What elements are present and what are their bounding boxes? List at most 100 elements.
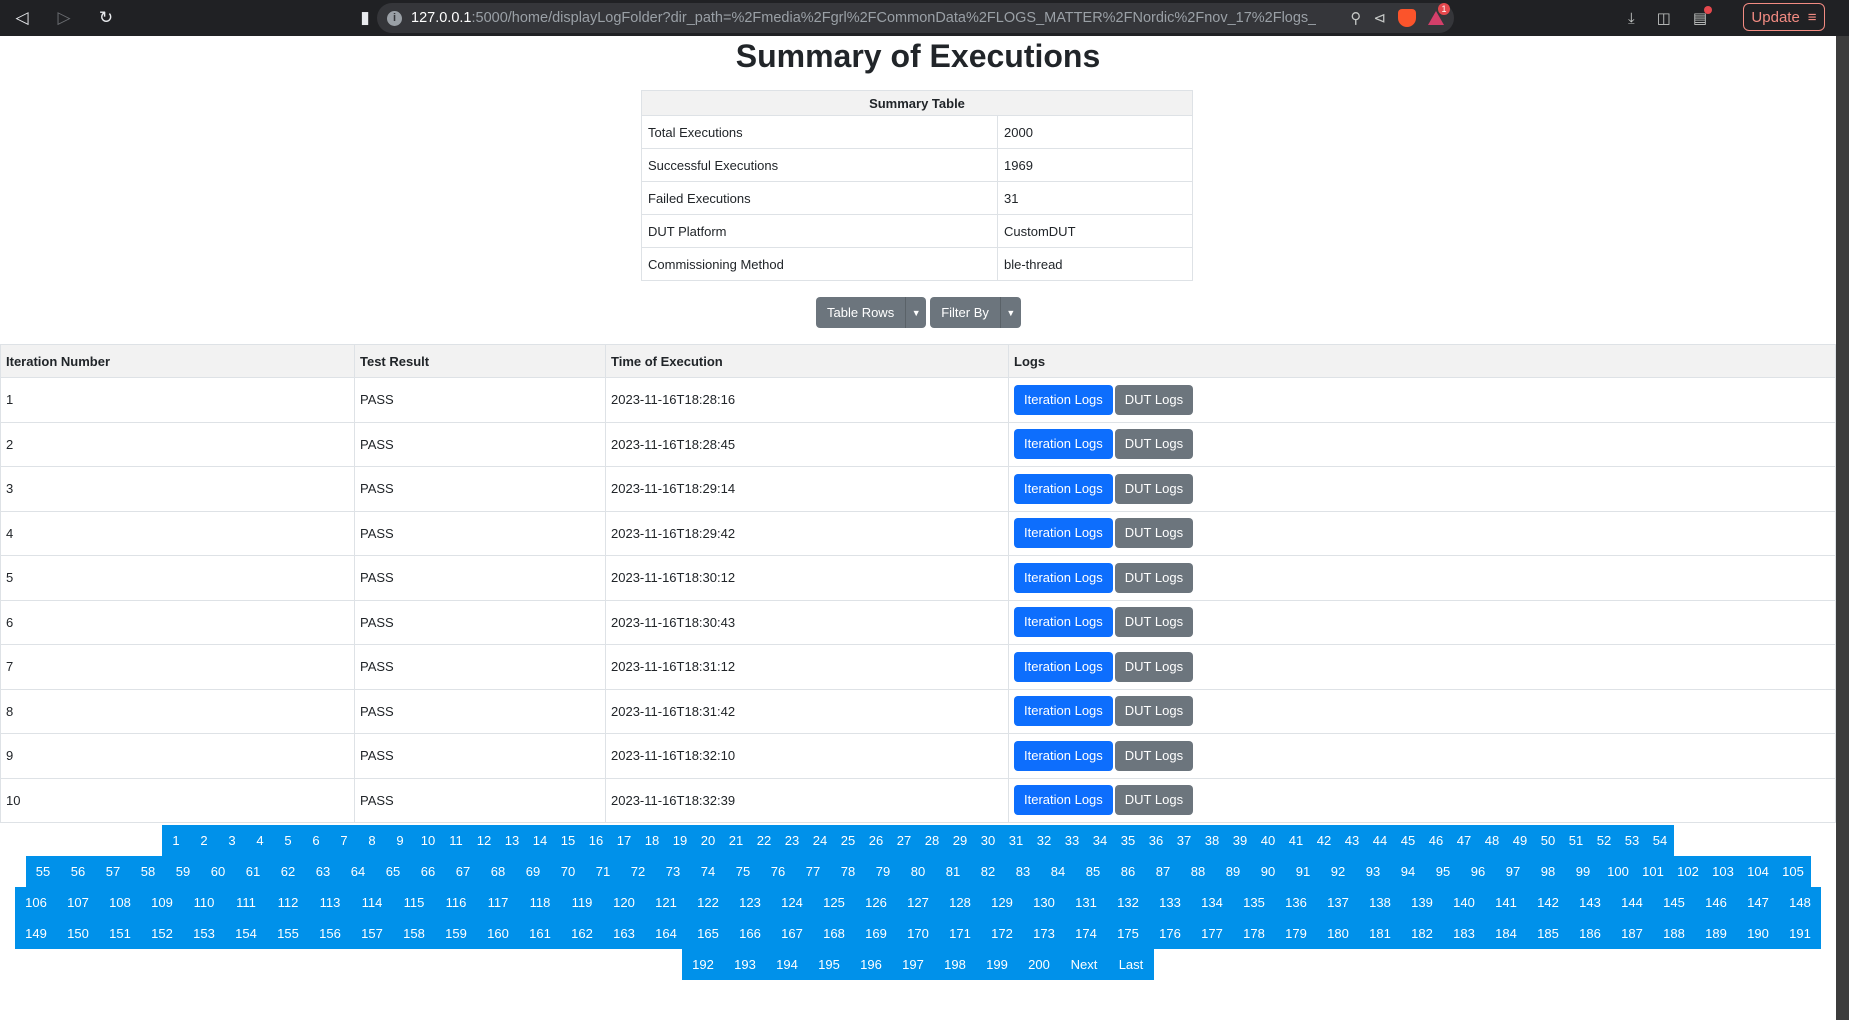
page-link[interactable]: 123 [729, 887, 771, 918]
dut-logs-button[interactable]: DUT Logs [1114, 696, 1194, 727]
page-link[interactable]: 72 [620, 856, 656, 887]
page-link[interactable]: 27 [890, 825, 918, 856]
url-text[interactable]: 127.0.0.1:5000/home/displayLogFolder?dir… [411, 10, 1316, 26]
page-link[interactable]: 37 [1170, 825, 1198, 856]
page-link[interactable]: 14 [526, 825, 554, 856]
page-link[interactable]: 182 [1401, 918, 1443, 949]
page-link[interactable]: 70 [550, 856, 586, 887]
wallet-icon[interactable]: ▤ [1693, 6, 1713, 27]
iteration-logs-button[interactable]: Iteration Logs [1014, 473, 1113, 504]
share-icon[interactable]: ⊲ [1373, 9, 1386, 27]
page-link[interactable]: 133 [1149, 887, 1191, 918]
page-link[interactable]: 4 [246, 825, 274, 856]
page-link[interactable]: 29 [946, 825, 974, 856]
page-link[interactable]: 66 [410, 856, 446, 887]
page-link[interactable]: 9 [386, 825, 414, 856]
page-link[interactable]: 139 [1401, 887, 1443, 918]
page-link[interactable]: 35 [1114, 825, 1142, 856]
sidebar-icon[interactable]: ◫ [1657, 9, 1671, 27]
page-link[interactable]: 170 [897, 918, 939, 949]
page-link[interactable]: 112 [267, 887, 309, 918]
page-link[interactable]: 179 [1275, 918, 1317, 949]
page-link[interactable]: 145 [1653, 887, 1695, 918]
iteration-logs-button[interactable]: Iteration Logs [1014, 740, 1113, 771]
page-link[interactable]: 38 [1198, 825, 1226, 856]
page-link[interactable]: 75 [725, 856, 761, 887]
page-link[interactable]: 79 [865, 856, 901, 887]
dut-logs-button[interactable]: DUT Logs [1114, 562, 1194, 593]
page-link[interactable]: 141 [1485, 887, 1527, 918]
page-link[interactable]: 77 [795, 856, 831, 887]
page-link[interactable]: 130 [1023, 887, 1065, 918]
page-link[interactable]: 120 [603, 887, 645, 918]
page-link[interactable]: 82 [970, 856, 1006, 887]
page-link[interactable]: 7 [330, 825, 358, 856]
page-link[interactable]: 2 [190, 825, 218, 856]
last-page-link[interactable]: Last [1108, 949, 1154, 980]
page-link[interactable]: 17 [610, 825, 638, 856]
page-link[interactable]: 161 [519, 918, 561, 949]
page-link[interactable]: 85 [1075, 856, 1111, 887]
filter-by-dropdown[interactable]: Filter By ▼ [930, 297, 1021, 328]
page-link[interactable]: 39 [1226, 825, 1254, 856]
page-link[interactable]: 91 [1285, 856, 1321, 887]
page-link[interactable]: 116 [435, 887, 477, 918]
page-link[interactable]: 152 [141, 918, 183, 949]
next-page-link[interactable]: Next [1060, 949, 1108, 980]
page-link[interactable]: 156 [309, 918, 351, 949]
page-link[interactable]: 78 [830, 856, 866, 887]
page-link[interactable]: 199 [976, 949, 1018, 980]
page-link[interactable]: 12 [470, 825, 498, 856]
page-link[interactable]: 143 [1569, 887, 1611, 918]
page-link[interactable]: 69 [515, 856, 551, 887]
address-bar[interactable]: i 127.0.0.1:5000/home/displayLogFolder?d… [377, 3, 1454, 33]
page-link[interactable]: 167 [771, 918, 813, 949]
page-link[interactable]: 192 [682, 949, 724, 980]
page-link[interactable]: 94 [1390, 856, 1426, 887]
page-link[interactable]: 104 [1740, 856, 1776, 887]
page-link[interactable]: 172 [981, 918, 1023, 949]
page-link[interactable]: 60 [200, 856, 236, 887]
page-link[interactable]: 166 [729, 918, 771, 949]
page-link[interactable]: 59 [165, 856, 201, 887]
dut-logs-button[interactable]: DUT Logs [1114, 740, 1194, 771]
page-link[interactable]: 73 [655, 856, 691, 887]
page-link[interactable]: 171 [939, 918, 981, 949]
page-link[interactable]: 148 [1779, 887, 1821, 918]
page-link[interactable]: 99 [1565, 856, 1601, 887]
page-link[interactable]: 90 [1250, 856, 1286, 887]
page-link[interactable]: 175 [1107, 918, 1149, 949]
dut-logs-button[interactable]: DUT Logs [1114, 429, 1194, 460]
page-link[interactable]: 124 [771, 887, 813, 918]
page-link[interactable]: 164 [645, 918, 687, 949]
page-link[interactable]: 198 [934, 949, 976, 980]
page-link[interactable]: 36 [1142, 825, 1170, 856]
download-icon[interactable]: ⤓ [1628, 10, 1635, 27]
page-link[interactable]: 19 [666, 825, 694, 856]
page-link[interactable]: 44 [1366, 825, 1394, 856]
page-link[interactable]: 144 [1611, 887, 1653, 918]
caret-down-icon[interactable]: ▼ [905, 297, 926, 328]
reload-icon[interactable]: ↻ [92, 4, 120, 32]
page-link[interactable]: 194 [766, 949, 808, 980]
dut-logs-button[interactable]: DUT Logs [1114, 607, 1194, 638]
page-link[interactable]: 52 [1590, 825, 1618, 856]
page-link[interactable]: 154 [225, 918, 267, 949]
page-link[interactable]: 168 [813, 918, 855, 949]
page-link[interactable]: 76 [760, 856, 796, 887]
page-link[interactable]: 188 [1653, 918, 1695, 949]
page-link[interactable]: 48 [1478, 825, 1506, 856]
page-link[interactable]: 109 [141, 887, 183, 918]
page-link[interactable]: 147 [1737, 887, 1779, 918]
page-link[interactable]: 42 [1310, 825, 1338, 856]
page-link[interactable]: 95 [1425, 856, 1461, 887]
page-link[interactable]: 61 [235, 856, 271, 887]
page-link[interactable]: 28 [918, 825, 946, 856]
forward-icon[interactable]: ▷ [50, 4, 78, 32]
page-link[interactable]: 160 [477, 918, 519, 949]
page-link[interactable]: 132 [1107, 887, 1149, 918]
page-link[interactable]: 67 [445, 856, 481, 887]
page-link[interactable]: 46 [1422, 825, 1450, 856]
page-link[interactable]: 84 [1040, 856, 1076, 887]
iteration-logs-button[interactable]: Iteration Logs [1014, 384, 1113, 415]
